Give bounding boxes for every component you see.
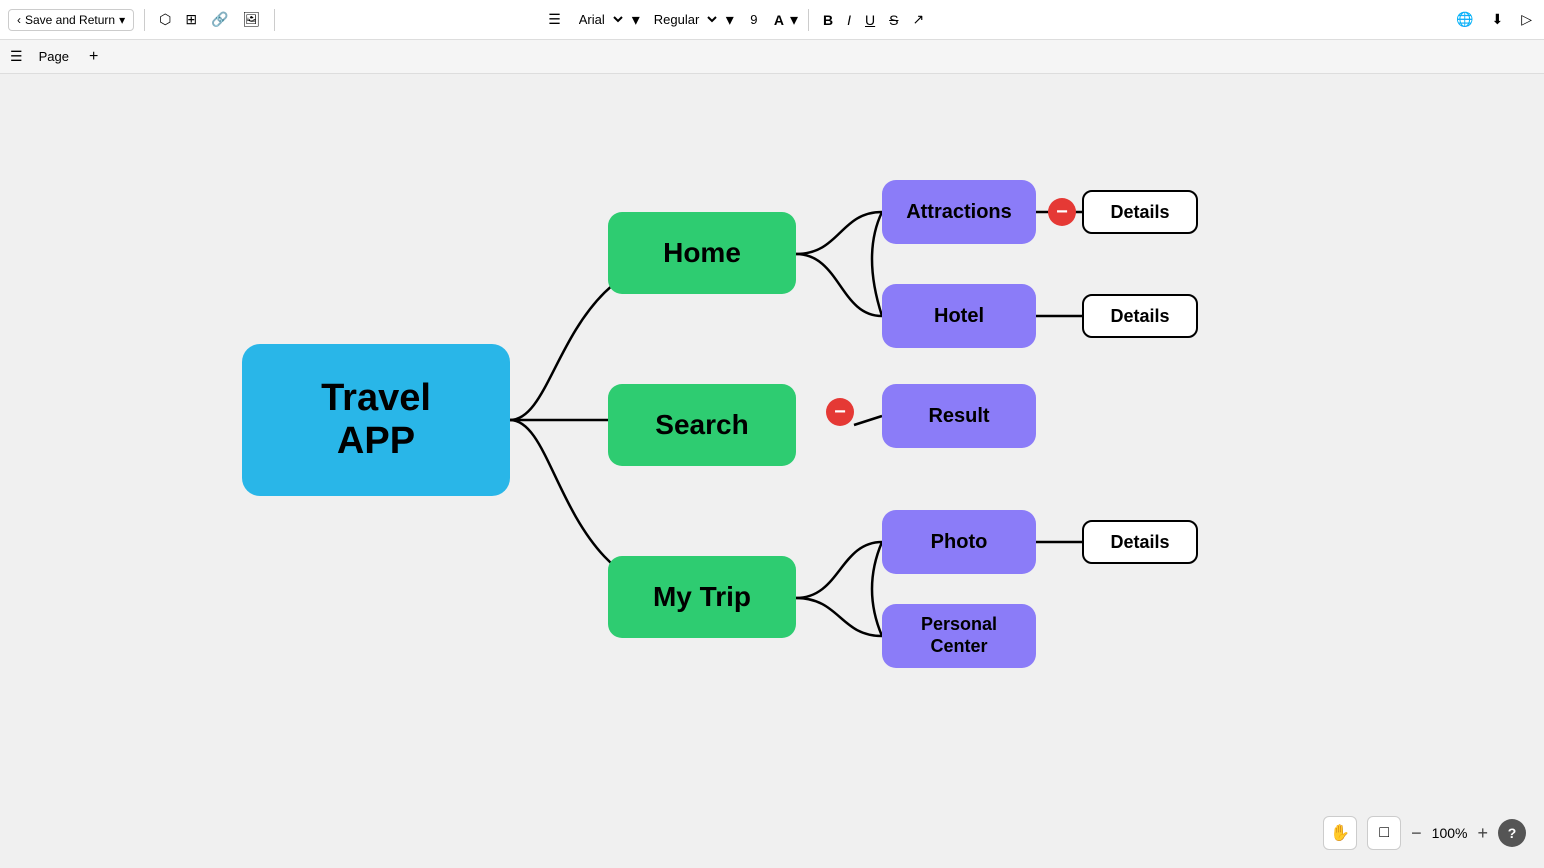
add-page-button[interactable]: + [83,46,104,68]
fit-page-button[interactable]: □ [1367,816,1401,850]
result-node[interactable]: Result [882,384,1036,448]
canvas: Travel APP Home Search My Trip Attractio… [0,74,1544,868]
export-link-icon[interactable]: ↗ [908,9,928,30]
zoom-level: 100% [1432,825,1468,841]
details-hotel-label: Details [1110,306,1169,327]
connectors-svg [0,74,1544,868]
underline-icon[interactable]: U [861,10,879,30]
dropdown-icon: ▾ [119,13,125,27]
my-trip-node[interactable]: My Trip [608,556,796,638]
result-label: Result [928,405,989,428]
help-button[interactable]: ? [1498,819,1526,847]
separator-3 [808,9,809,31]
hotel-node[interactable]: Hotel [882,284,1036,348]
details-photo-label: Details [1110,532,1169,553]
text-color-icon[interactable]: A [774,12,784,28]
home-node[interactable]: Home [608,212,796,294]
download-icon[interactable]: ⬇ [1487,9,1507,30]
link-icon[interactable]: 🔗 [207,9,232,30]
photo-node[interactable]: Photo [882,510,1036,574]
hand-tool-button[interactable]: ✋ [1323,816,1357,850]
search-node[interactable]: Search [608,384,796,466]
filter-icon[interactable]: ☰ [544,9,565,30]
zoom-out-button[interactable]: − [1411,823,1422,844]
image-icon[interactable]: 🖼 [239,9,265,30]
bottom-controls: ✋ □ − 100% + ? [1323,816,1526,850]
photo-label: Photo [931,531,988,554]
shape-grid-icon[interactable]: ⊞ [181,9,201,30]
travel-app-label: Travel APP [321,377,431,463]
font-size-dropdown: ▾ [790,10,798,30]
separator-1 [144,9,145,31]
separator-2 [274,9,275,31]
zoom-in-button[interactable]: + [1477,823,1488,844]
details-photo-box[interactable]: Details [1082,520,1198,564]
page-tab[interactable]: Page [29,45,79,68]
toolbar-right: 🌐 ⬇ ▷ [1452,9,1536,30]
my-trip-label: My Trip [653,581,751,613]
travel-app-node[interactable]: Travel APP [242,344,510,496]
font-family-select[interactable]: Arial [571,9,626,30]
font-style-select[interactable]: Regular [646,9,720,30]
italic-icon[interactable]: I [843,10,855,30]
font-size-input[interactable] [740,12,768,27]
back-icon: ‹ [17,13,21,27]
home-label: Home [663,237,741,269]
red-dot-search[interactable]: − [826,398,854,426]
attractions-node[interactable]: Attractions [882,180,1036,244]
font-controls: ☰ Arial ▾ Regular ▾ A ▾ B I U S ↗ [544,9,928,31]
strikethrough-icon[interactable]: S [885,10,902,30]
font-family-dropdown: ▾ [632,10,640,30]
page-bar: ☰ Page + [0,40,1544,74]
bold-icon[interactable]: B [819,10,837,30]
search-label: Search [655,409,748,441]
hotel-label: Hotel [934,305,984,328]
page-menu-icon[interactable]: ☰ [8,46,25,67]
personal-center-label: Personal Center [921,614,997,657]
play-icon[interactable]: ▷ [1517,9,1536,30]
personal-center-node[interactable]: Personal Center [882,604,1036,668]
toolbar: ‹ Save and Return ▾ ⬡ ⊞ 🔗 🖼 ☰ Arial ▾ Re… [0,0,1544,40]
details-attractions-box[interactable]: Details [1082,190,1198,234]
save-return-button[interactable]: ‹ Save and Return ▾ [8,9,134,31]
font-style-dropdown: ▾ [726,10,734,30]
attractions-label: Attractions [906,201,1012,224]
globe-icon[interactable]: 🌐 [1452,9,1477,30]
details-hotel-box[interactable]: Details [1082,294,1198,338]
details-attractions-label: Details [1110,202,1169,223]
red-dot-attractions[interactable]: − [1048,198,1076,226]
shape-connector-icon[interactable]: ⬡ [155,9,175,30]
save-return-label: Save and Return [25,13,115,27]
